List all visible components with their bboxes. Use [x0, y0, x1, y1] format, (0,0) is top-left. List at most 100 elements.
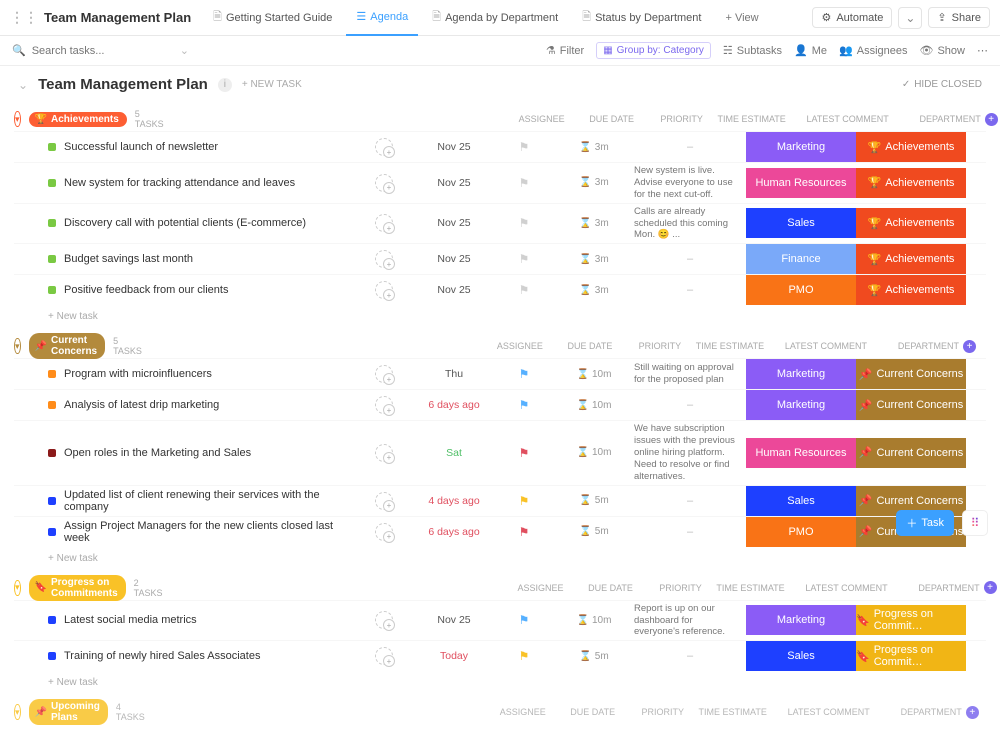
- status-square-icon[interactable]: [48, 255, 56, 263]
- time-estimate[interactable]: ⌛3m: [554, 285, 634, 296]
- assignee-avatar[interactable]: [375, 138, 393, 156]
- status-square-icon[interactable]: [48, 179, 56, 187]
- department-tag[interactable]: Sales: [746, 641, 856, 671]
- tab-agenda[interactable]: ☰Agenda: [346, 0, 418, 36]
- task-row[interactable]: Analysis of latest drip marketing 6 days…: [14, 389, 986, 420]
- plus-icon[interactable]: +: [963, 340, 976, 353]
- new-task-button[interactable]: + NEW TASK: [242, 79, 302, 90]
- department-tag[interactable]: Human Resources: [746, 438, 856, 468]
- status-square-icon[interactable]: [48, 449, 56, 457]
- task-row[interactable]: Updated list of client renewing their se…: [14, 485, 986, 516]
- due-date[interactable]: Nov 25: [414, 284, 494, 296]
- status-square-icon[interactable]: [48, 219, 56, 227]
- flag-icon[interactable]: ⚑: [519, 176, 530, 190]
- task-row[interactable]: New system for tracking attendance and l…: [14, 162, 986, 203]
- tab-getting-started[interactable]: 🗎Getting Started Guide: [203, 0, 342, 36]
- show-button[interactable]: 👁Show: [920, 44, 966, 57]
- flag-icon[interactable]: ⚑: [519, 398, 530, 412]
- group-badge[interactable]: 📌 Current Concerns: [29, 333, 106, 359]
- assignee-avatar[interactable]: [375, 647, 393, 665]
- info-icon[interactable]: i: [218, 78, 232, 92]
- assignee-avatar[interactable]: [375, 174, 393, 192]
- task-row[interactable]: Training of newly hired Sales Associates…: [14, 640, 986, 671]
- assignee-avatar[interactable]: [375, 523, 393, 541]
- due-date[interactable]: Thu: [414, 368, 494, 380]
- flag-icon[interactable]: ⚑: [519, 613, 530, 627]
- apps-fab[interactable]: ⠿: [962, 510, 988, 536]
- tab-agenda-by-dept[interactable]: 🗎Agenda by Department: [422, 0, 568, 36]
- time-estimate[interactable]: ⌛5m: [554, 651, 634, 662]
- task-row[interactable]: Successful launch of newsletter Nov 25 ⚑…: [14, 131, 986, 162]
- time-estimate[interactable]: ⌛10m: [554, 447, 634, 458]
- collapse-icon[interactable]: ▾: [14, 580, 21, 596]
- task-row[interactable]: Program with microinfluencers Thu ⚑ ⌛10m…: [14, 358, 986, 389]
- subtasks-button[interactable]: ☵Subtasks: [723, 44, 782, 57]
- time-estimate[interactable]: ⌛10m: [554, 400, 634, 411]
- department-tag[interactable]: PMO: [746, 275, 856, 305]
- department-tag[interactable]: Marketing: [746, 605, 856, 635]
- category-tag[interactable]: 🏆Achievements: [856, 168, 966, 198]
- assignee-avatar[interactable]: [375, 281, 393, 299]
- due-date[interactable]: Nov 25: [414, 614, 494, 626]
- category-tag[interactable]: 🏆Achievements: [856, 208, 966, 238]
- plus-icon[interactable]: +: [984, 581, 997, 594]
- flag-icon[interactable]: ⚑: [519, 140, 530, 154]
- filter-button[interactable]: ⚗Filter: [546, 44, 584, 57]
- group-badge[interactable]: 🔖 Progress on Commitments: [29, 575, 126, 601]
- status-square-icon[interactable]: [48, 497, 56, 505]
- collapse-icon[interactable]: ▾: [14, 704, 21, 720]
- assignee-avatar[interactable]: [375, 444, 393, 462]
- department-tag[interactable]: Sales: [746, 486, 856, 516]
- time-estimate[interactable]: ⌛10m: [554, 369, 634, 380]
- status-square-icon[interactable]: [48, 616, 56, 624]
- status-square-icon[interactable]: [48, 401, 56, 409]
- flag-icon[interactable]: ⚑: [519, 494, 530, 508]
- category-tag[interactable]: 📌Current Concerns: [856, 359, 966, 389]
- task-row[interactable]: Open roles in the Marketing and Sales Sa…: [14, 420, 986, 484]
- due-date[interactable]: Nov 25: [414, 177, 494, 189]
- status-square-icon[interactable]: [48, 286, 56, 294]
- category-tag[interactable]: 🔖Progress on Commit…: [856, 605, 966, 635]
- flag-icon[interactable]: ⚑: [519, 367, 530, 381]
- assignee-avatar[interactable]: [375, 611, 393, 629]
- more-button[interactable]: ⋯: [977, 44, 988, 57]
- collapse-all-icon[interactable]: ⌄: [18, 78, 28, 92]
- department-tag[interactable]: Marketing: [746, 359, 856, 389]
- hide-closed-toggle[interactable]: ✓HIDE CLOSED: [902, 79, 982, 90]
- me-button[interactable]: 👤Me: [794, 44, 827, 57]
- due-date[interactable]: Today: [414, 650, 494, 662]
- department-tag[interactable]: Human Resources: [746, 168, 856, 198]
- new-task-inline[interactable]: + New task: [14, 547, 986, 564]
- department-tag[interactable]: Sales: [746, 208, 856, 238]
- status-square-icon[interactable]: [48, 143, 56, 151]
- group-badge-upcoming[interactable]: 📌 Upcoming Plans: [29, 699, 108, 725]
- category-tag[interactable]: 🏆Achievements: [856, 244, 966, 274]
- time-estimate[interactable]: ⌛10m: [554, 615, 634, 626]
- due-date[interactable]: Nov 25: [414, 141, 494, 153]
- time-estimate[interactable]: ⌛3m: [554, 142, 634, 153]
- flag-icon[interactable]: ⚑: [519, 446, 530, 460]
- due-date[interactable]: 6 days ago: [414, 399, 494, 411]
- due-date[interactable]: Sat: [414, 447, 494, 459]
- plus-icon[interactable]: +: [966, 706, 979, 719]
- search-input[interactable]: [32, 45, 174, 57]
- category-tag[interactable]: 🏆Achievements: [856, 275, 966, 305]
- due-date[interactable]: 6 days ago: [414, 526, 494, 538]
- department-tag[interactable]: Finance: [746, 244, 856, 274]
- flag-icon[interactable]: ⚑: [519, 283, 530, 297]
- new-task-inline[interactable]: + New task: [14, 671, 986, 688]
- plus-icon[interactable]: +: [985, 113, 998, 126]
- automate-button[interactable]: ⚙Automate: [812, 7, 892, 28]
- add-view[interactable]: + View: [715, 0, 768, 36]
- automate-dropdown[interactable]: ⌄: [898, 7, 922, 29]
- collapse-icon[interactable]: ▾: [14, 111, 21, 127]
- flag-icon[interactable]: ⚑: [519, 525, 530, 539]
- new-task-fab[interactable]: ＋Task: [896, 510, 954, 536]
- new-task-inline[interactable]: + New task: [14, 305, 986, 322]
- task-row[interactable]: Positive feedback from our clients Nov 2…: [14, 274, 986, 305]
- flag-icon[interactable]: ⚑: [519, 252, 530, 266]
- group-by-button[interactable]: ▦Group by: Category: [596, 42, 711, 59]
- share-button[interactable]: ⇪Share: [928, 7, 990, 28]
- assignees-button[interactable]: 👥Assignees: [839, 44, 907, 57]
- assignee-avatar[interactable]: [375, 396, 393, 414]
